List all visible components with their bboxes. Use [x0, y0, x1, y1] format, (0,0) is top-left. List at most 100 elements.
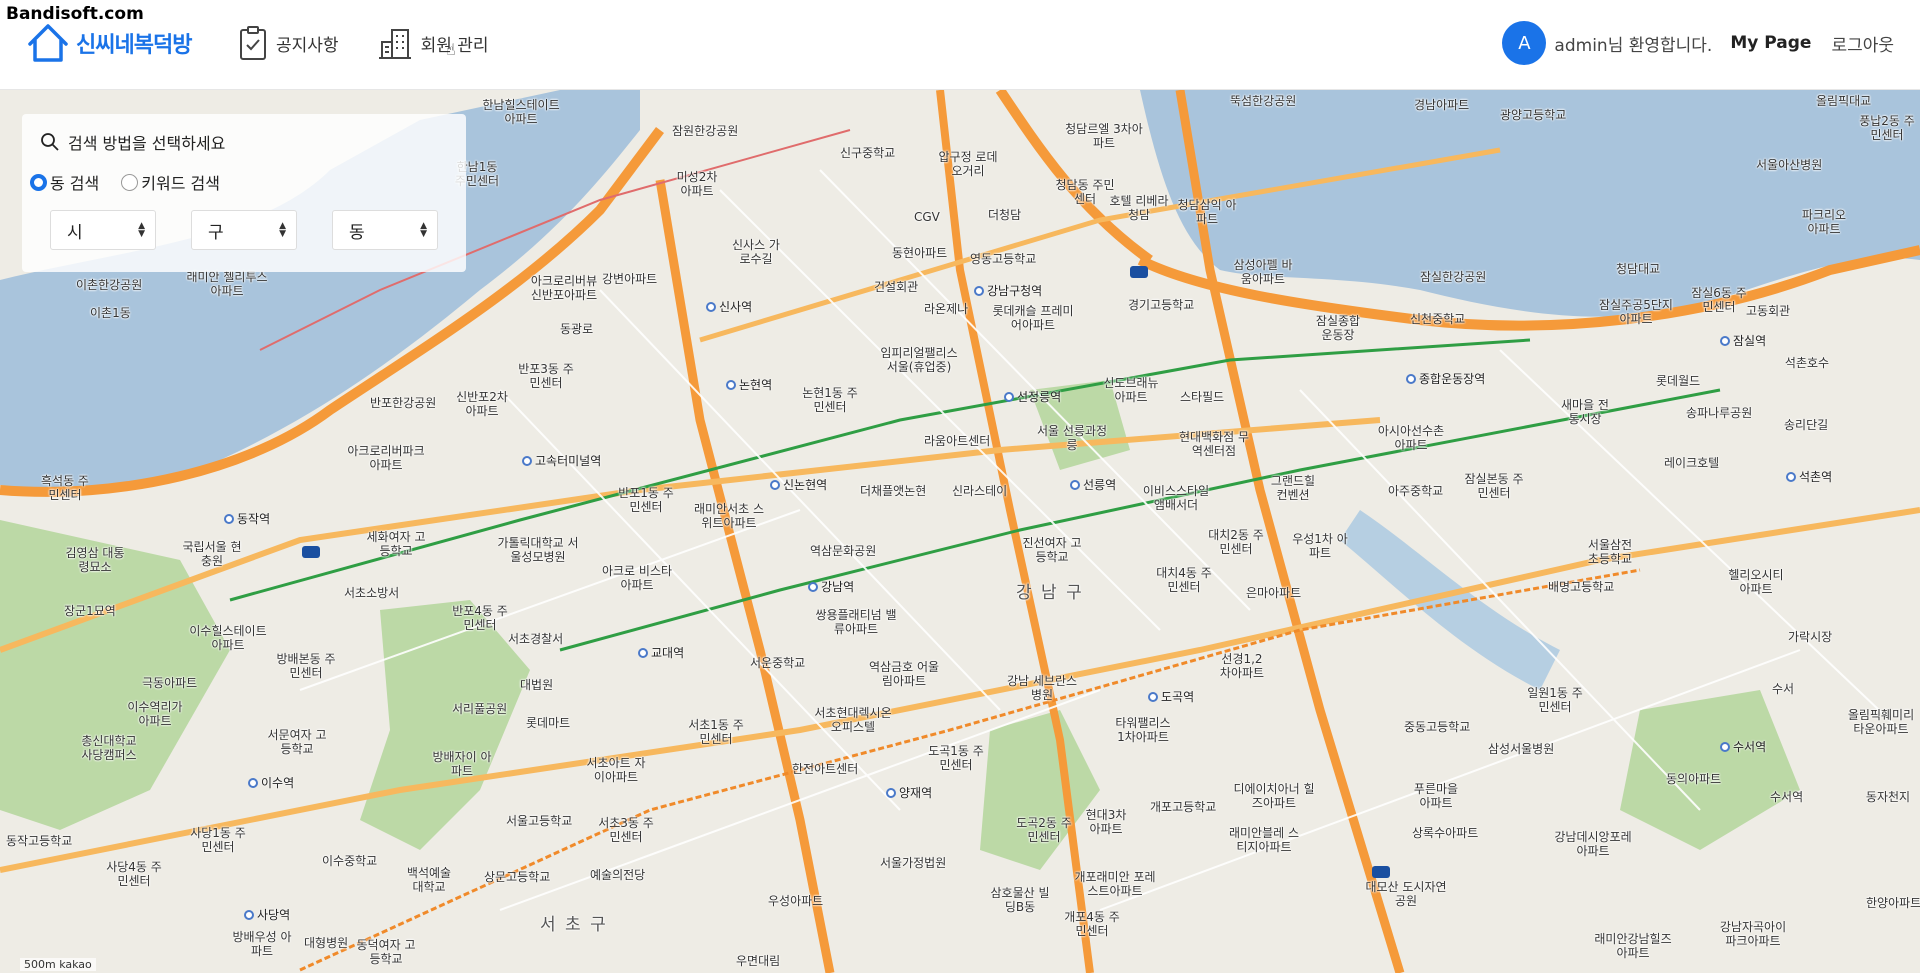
place-label: 서초1동 주민센터: [688, 718, 744, 746]
place-label: 쌍용플래티넘 밸류아파트: [815, 608, 897, 636]
place-label: 삼호물산 빌딩B동: [990, 886, 1050, 914]
place-label: 상문고등학교: [484, 870, 551, 884]
place-label: 국립서울 현충원: [182, 540, 242, 568]
dong-select[interactable]: 동 ▲ ▼: [332, 210, 438, 250]
avatar[interactable]: A: [1502, 21, 1547, 65]
place-label: 한양아파트: [1866, 896, 1920, 910]
city-select[interactable]: 시 ▲ ▼: [50, 210, 156, 250]
home-icon: [28, 24, 68, 62]
search-icon: [41, 133, 59, 151]
brand-home-link[interactable]: 신씨네복덕방: [26, 22, 192, 64]
place-label: 타워팰리스 1차아파트: [1115, 716, 1171, 744]
place-label: 경남아파트: [1414, 98, 1470, 112]
place-label: 푸른마을 아파트: [1413, 782, 1459, 810]
subway-station[interactable]: 교대역: [638, 644, 684, 661]
select-arrows-icon: ▲ ▼: [279, 221, 286, 239]
place-label: 대법원: [520, 678, 554, 692]
place-label: 현대백화점 무역센터점: [1178, 430, 1250, 458]
place-label: 강변아파트: [602, 272, 658, 286]
place-label: 우성1차 아파트: [1292, 532, 1348, 560]
city-select-value: 시: [67, 222, 83, 243]
subway-station[interactable]: 사당역: [244, 906, 290, 923]
place-label: 강남 세브란스병원: [1006, 674, 1078, 702]
place-label: 롯데마트: [526, 716, 571, 730]
subway-station[interactable]: 선릉역: [1070, 476, 1116, 493]
subway-station[interactable]: 강남역: [808, 578, 854, 595]
station-marker-icon: [974, 285, 984, 296]
place-label: 임피리얼팰리스 서울(휴업중): [880, 346, 958, 374]
nav-notice[interactable]: 공지사항: [238, 22, 339, 64]
radio-dong-search-label[interactable]: 동 검색: [50, 170, 99, 194]
place-label: 석촌호수: [1784, 356, 1830, 370]
subway-station[interactable]: 강남구청역: [974, 282, 1042, 299]
place-label: 아크로리버파크 아파트: [347, 444, 425, 472]
place-label: 반포한강공원: [370, 396, 437, 410]
place-label: 은마아파트: [1246, 586, 1302, 600]
mypage-link[interactable]: My Page: [1730, 33, 1811, 53]
subway-station[interactable]: 동작역: [224, 510, 270, 527]
select-arrows-icon: ▲ ▼: [420, 221, 427, 239]
place-label: 수서: [1772, 682, 1795, 696]
place-label: 뚝섬한강공원: [1230, 94, 1297, 108]
place-label: 신도브래뉴 아파트: [1103, 376, 1159, 404]
station-name: 석촌역: [1799, 470, 1833, 484]
top-navbar: 신씨네복덕방 공지사항 회원 관리 ☝ A admin님 환영합니다. My P…: [0, 0, 1920, 90]
place-label: 신천중학교: [1410, 312, 1466, 326]
station-marker-icon: [1720, 741, 1730, 752]
place-label: 아크로 비스타아파트: [601, 564, 673, 592]
district-select-value: 구: [208, 222, 224, 243]
place-label: 가톨릭대학교 서울성모병원: [497, 536, 579, 564]
place-label: 반포1동 주민센터: [618, 486, 674, 514]
subway-station[interactable]: 잠실역: [1720, 332, 1766, 349]
logout-link[interactable]: 로그아웃: [1831, 31, 1894, 56]
nav-notice-label[interactable]: 공지사항: [276, 31, 339, 56]
brand-name[interactable]: 신씨네복덕방: [76, 27, 192, 59]
subway-station[interactable]: 신사역: [706, 298, 752, 315]
place-label: 세화여자 고등학교: [366, 530, 426, 558]
place-label: 서초경찰서: [508, 632, 564, 646]
place-label: 건설회관: [874, 280, 919, 294]
subway-station[interactable]: 도곡역: [1148, 688, 1194, 705]
radio-keyword-search-label[interactable]: 키워드 검색: [141, 170, 220, 194]
place-label: 일원1동 주민센터: [1527, 686, 1583, 714]
place-label: 동덕여자 고등학교: [356, 938, 416, 966]
subway-station[interactable]: 종합운동장역: [1406, 370, 1485, 387]
place-label: 서초아트 자이아파트: [586, 756, 646, 784]
place-label: 도곡2동 주민센터: [1016, 816, 1072, 844]
subway-station[interactable]: 고속터미널역: [522, 452, 601, 469]
place-label: 청담대교: [1616, 262, 1661, 276]
place-label: 개포고등학교: [1150, 800, 1217, 814]
radio-keyword-search[interactable]: [121, 173, 139, 191]
station-marker-icon: [638, 647, 648, 658]
place-label: 진선여자 고등학교: [1022, 536, 1082, 564]
subway-station[interactable]: 선정릉역: [1004, 388, 1061, 405]
place-label: 서초3동 주민센터: [598, 816, 654, 844]
station-marker-icon: [248, 777, 258, 788]
place-label: 서울아산병원: [1756, 158, 1823, 172]
place-label: 한남힐스테이트 아파트: [482, 98, 560, 126]
place-label: 역삼문화공원: [810, 544, 877, 558]
station-name: 고속터미널역: [535, 454, 602, 468]
place-label: 청담삼익 아파트: [1177, 198, 1237, 226]
district-select[interactable]: 구 ▲ ▼: [191, 210, 297, 250]
subway-station[interactable]: 이수역: [248, 774, 294, 791]
subway-station[interactable]: 논현역: [726, 376, 772, 393]
search-title-text: 검색 방법을 선택하세요: [68, 134, 226, 153]
place-label: 강남데시앙포레 아파트: [1554, 830, 1632, 858]
radio-dong-search[interactable]: [30, 173, 47, 191]
subway-station[interactable]: 신논현역: [770, 476, 827, 493]
place-label: 수서역: [1770, 790, 1804, 804]
subway-station[interactable]: 양재역: [886, 784, 932, 801]
place-label: 롯데캐슬 프레미어아파트: [992, 304, 1074, 332]
nav-member-admin[interactable]: 회원 관리: [377, 22, 489, 64]
place-label: 아주중학교: [1388, 484, 1444, 498]
subway-station[interactable]: 수서역: [1720, 738, 1766, 755]
place-label: 우성아파트: [768, 894, 824, 908]
dong-select-value: 동: [349, 222, 365, 243]
station-name: 동작역: [237, 512, 271, 526]
place-label: 중동고등학교: [1404, 720, 1471, 734]
place-label: 그랜드힐 컨벤션: [1270, 474, 1316, 502]
subway-station[interactable]: 석촌역: [1786, 468, 1832, 485]
place-label: 잠실본동 주민센터: [1464, 472, 1524, 500]
place-label: 신사스 가로수길: [732, 238, 780, 266]
